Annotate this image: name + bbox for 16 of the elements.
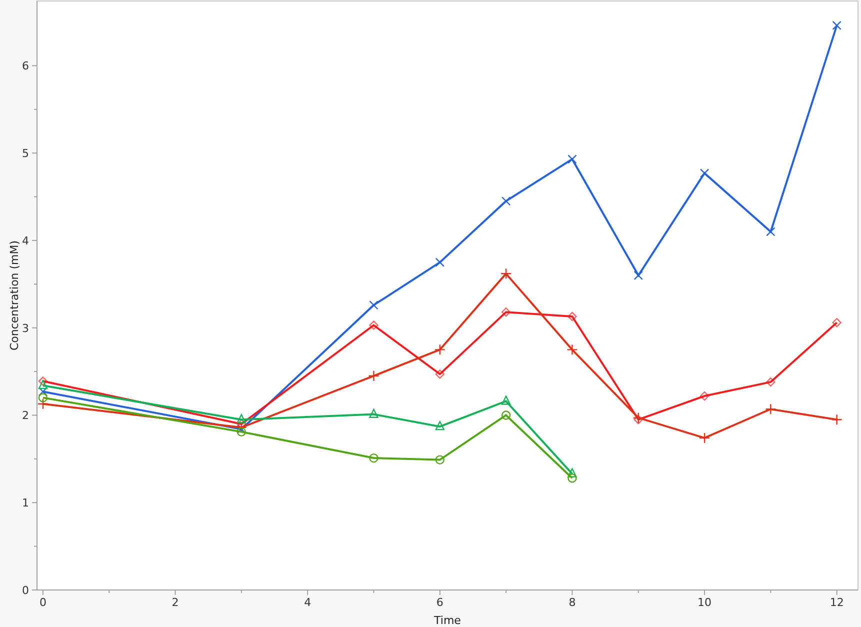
x-tick-label: 0: [39, 596, 46, 609]
x-tick-label: 8: [568, 596, 576, 609]
x-tick-label: 4: [304, 596, 312, 609]
y-tick-label: 6: [22, 60, 29, 73]
x-tick-label: 2: [172, 596, 179, 609]
y-tick-label: 1: [22, 496, 29, 510]
y-tick-label: 3: [22, 322, 29, 335]
y-axis-title: Concentration (mM): [8, 240, 21, 351]
x-tick-label: 10: [698, 596, 712, 609]
x-axis-title: Time: [434, 614, 461, 627]
x-tick-label: 12: [830, 596, 844, 609]
y-tick-label: 4: [22, 234, 29, 248]
x-tick-label: 6: [436, 596, 444, 609]
y-tick-label: 2: [22, 409, 29, 422]
y-tick-label: 0: [22, 584, 29, 597]
y-tick-label: 5: [22, 147, 29, 160]
